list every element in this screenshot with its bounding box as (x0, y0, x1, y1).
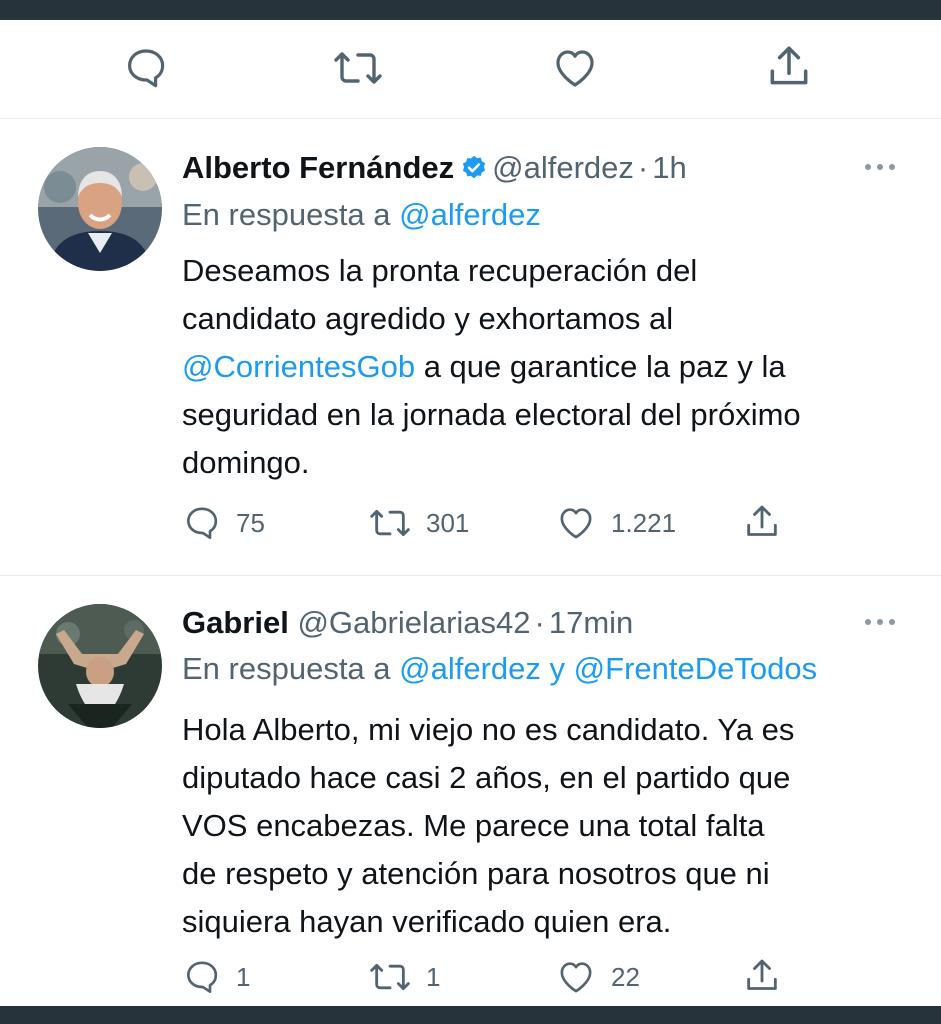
tweet-text-line: diputado hace casi 2 años, en el partido… (182, 760, 791, 795)
tweet-text-line: siquiera hayan verificado quien era. (182, 904, 672, 939)
tweet-alberto[interactable]: Alberto Fernández @alferdez · 1h En respues… (0, 119, 941, 574)
author-name[interactable]: Alberto Fernández (182, 150, 454, 185)
author-handle[interactable]: @alferdez (492, 150, 634, 185)
retweet-count: 1 (426, 961, 441, 992)
reply-button[interactable]: 1 (182, 957, 250, 997)
share-icon[interactable] (764, 42, 814, 92)
bottom-frame-bar (0, 1006, 941, 1024)
like-icon (560, 508, 592, 539)
reply-button[interactable]: 75 (182, 503, 265, 543)
avatar[interactable] (38, 147, 162, 271)
avatar[interactable] (38, 604, 162, 728)
tweet-text-line: VOS encabezas. Me parece una total falta (182, 808, 765, 843)
reply-mention[interactable]: @alferdez (399, 651, 541, 686)
retweet-button[interactable]: 301 (368, 503, 469, 543)
author-handle[interactable]: @Gabrielarias42 (297, 605, 530, 640)
mention-link[interactable]: @CorrientesGob (182, 349, 415, 384)
reply-context: En respuesta a @alferdez y @FrenteDeTodo… (182, 651, 817, 687)
tweet-header: Alberto Fernández @alferdez · 1h (182, 150, 687, 190)
like-icon[interactable] (550, 44, 600, 92)
tweet-gabriel[interactable]: Gabriel @Gabrielarias42 · 17min En respues… (0, 576, 941, 1006)
retweet-count: 301 (426, 507, 470, 538)
like-count: 22 (611, 961, 640, 992)
parent-tweet-action-bar (0, 22, 941, 116)
tweet-text-line: candidato agredido y exhortamos al (182, 301, 674, 336)
like-button[interactable]: 1.221 (555, 503, 676, 543)
reply-icon (187, 961, 218, 993)
tweet-text-fragment: a que garantice la paz y la (423, 349, 786, 384)
tweet-text-line: de respeto y atención para nosotros que … (182, 856, 770, 891)
reply-icon (187, 507, 218, 539)
retweet-icon (370, 963, 410, 991)
share-button[interactable] (742, 955, 782, 997)
tweet-text: Hola Alberto, mi viejo no es candidato. … (182, 706, 922, 946)
reply-prefix: En respuesta a (182, 197, 391, 232)
top-frame-bar (0, 0, 941, 20)
tweet-header: Gabriel @Gabrielarias42 · 17min (182, 605, 633, 641)
reply-mention[interactable]: @alferdez (399, 197, 541, 232)
like-count: 1.221 (611, 507, 677, 538)
separator: · (534, 605, 545, 640)
reply-icon[interactable] (122, 44, 170, 92)
tweet-text-line: domingo. (182, 445, 310, 480)
share-button[interactable] (742, 501, 782, 543)
tweet-text: Deseamos la pronta recuperación del cand… (182, 247, 922, 487)
reply-joiner: y (549, 651, 566, 686)
reply-prefix: En respuesta a (182, 651, 391, 686)
timestamp[interactable]: 17min (549, 605, 633, 640)
tweet-text-line: Hola Alberto, mi viejo no es candidato. … (182, 712, 795, 747)
more-options-icon[interactable] (862, 615, 898, 627)
retweet-button[interactable]: 1 (368, 957, 440, 997)
like-icon (560, 962, 592, 993)
more-options-icon[interactable] (862, 160, 898, 172)
author-name[interactable]: Gabriel (182, 605, 289, 640)
retweet-icon (370, 509, 410, 537)
share-icon (747, 505, 777, 536)
like-button[interactable]: 22 (555, 957, 640, 997)
timestamp[interactable]: 1h (652, 150, 686, 185)
tweet-text-line: @CorrientesGob a que garantice la paz y … (182, 343, 922, 391)
reply-context: En respuesta a @alferdez (182, 197, 541, 233)
verified-badge-icon (460, 154, 488, 190)
retweet-icon[interactable] (332, 44, 384, 92)
reply-mention[interactable]: @FrenteDeTodos (574, 651, 817, 686)
separator: · (637, 150, 649, 185)
tweet-text-line: seguridad en la jornada electoral del pr… (182, 397, 801, 432)
share-icon (747, 959, 777, 990)
reply-count: 75 (236, 507, 265, 538)
reply-count: 1 (236, 961, 251, 992)
tweet-text-line: Deseamos la pronta recuperación del (182, 253, 698, 288)
